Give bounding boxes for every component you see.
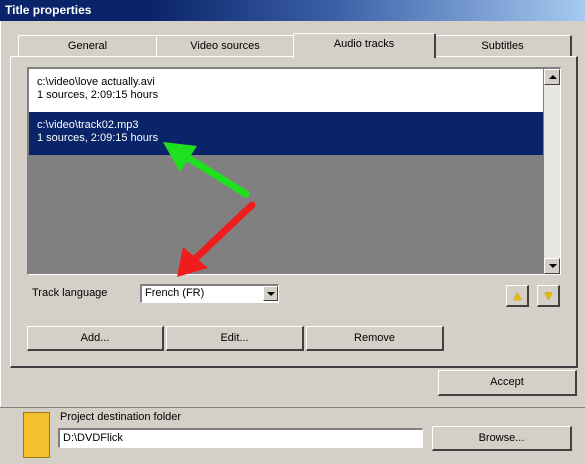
- edit-button[interactable]: Edit...: [166, 326, 304, 351]
- move-up-button[interactable]: ▲: [506, 285, 529, 307]
- remove-button[interactable]: Remove: [306, 326, 444, 351]
- folder-icon: [23, 412, 50, 458]
- chevron-up-icon: [549, 75, 557, 79]
- add-button[interactable]: Add...: [27, 326, 164, 351]
- tab-subtitles[interactable]: Subtitles: [434, 35, 572, 57]
- tab-audio-tracks[interactable]: Audio tracks: [293, 33, 436, 58]
- move-down-button[interactable]: ▼: [537, 285, 560, 307]
- destination-folder-input[interactable]: D:\DVDFlick: [58, 428, 423, 448]
- track-info: 1 sources, 2:09:15 hours: [37, 132, 159, 144]
- tab-general-label: General: [67, 40, 108, 52]
- track-path: c:\video\love actually.avi: [37, 76, 155, 88]
- arrow-up-icon: ▲: [511, 288, 524, 303]
- scroll-up-button[interactable]: [544, 69, 560, 85]
- arrow-down-icon: ▼: [542, 288, 555, 303]
- track-language-value: French (FR): [145, 287, 205, 299]
- vertical-scrollbar[interactable]: [544, 69, 560, 274]
- scroll-down-button[interactable]: [544, 258, 560, 274]
- chevron-down-icon: [267, 292, 275, 296]
- list-item[interactable]: c:\video\love actually.avi 1 sources, 2:…: [29, 69, 543, 112]
- chevron-down-icon: [549, 264, 557, 268]
- title-bar[interactable]: Title properties: [0, 0, 585, 21]
- audio-track-list[interactable]: c:\video\love actually.avi 1 sources, 2:…: [27, 67, 561, 275]
- tab-subtitles-label: Subtitles: [481, 40, 524, 52]
- track-language-label: Track language: [32, 287, 108, 299]
- track-language-select[interactable]: French (FR): [140, 284, 279, 303]
- accept-button[interactable]: Accept: [438, 370, 577, 396]
- tab-video-sources-label: Video sources: [190, 40, 260, 52]
- tab-video-sources[interactable]: Video sources: [156, 35, 295, 57]
- list-item[interactable]: c:\video\track02.mp3 1 sources, 2:09:15 …: [29, 112, 543, 155]
- tab-audio-tracks-label: Audio tracks: [333, 38, 395, 50]
- dropdown-button[interactable]: [263, 286, 278, 301]
- tab-general[interactable]: General: [18, 35, 158, 57]
- track-info: 1 sources, 2:09:15 hours: [37, 89, 159, 101]
- window-title: Title properties: [5, 3, 92, 17]
- browse-button[interactable]: Browse...: [432, 426, 572, 451]
- destination-folder-label: Project destination folder: [60, 411, 182, 423]
- track-path: c:\video\track02.mp3: [37, 119, 139, 131]
